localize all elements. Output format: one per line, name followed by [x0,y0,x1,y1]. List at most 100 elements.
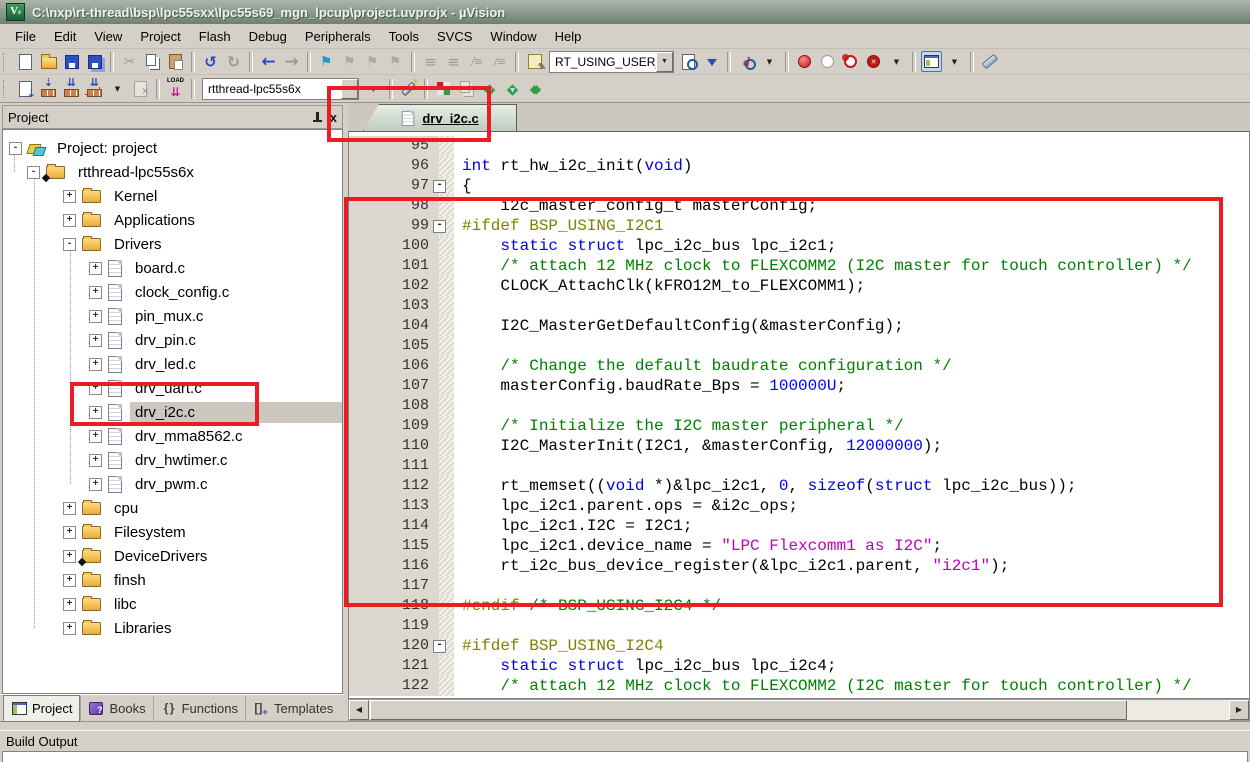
tree-item-clock-config-c[interactable]: +clock_config.c [3,280,342,304]
tree-item-finsh[interactable]: +finsh [3,568,342,592]
breakpoint-disable-all-button[interactable] [839,51,862,73]
menu-project[interactable]: Project [131,26,189,47]
menu-peripherals[interactable]: Peripherals [296,26,380,47]
close-icon[interactable]: x [330,111,337,124]
select-software-packs-button[interactable] [524,78,547,100]
manage-copy-button[interactable] [455,78,478,100]
expand-toggle[interactable]: + [63,502,76,515]
tree-item-drv-uart-c[interactable]: +drv_uart.c [3,376,342,400]
tree-item-board-c[interactable]: +board.c [3,256,342,280]
expand-toggle[interactable]: + [89,286,102,299]
configure-toolbars-button[interactable] [978,51,1001,73]
code-editor[interactable]: 9596int rt_hw_i2c_init(void)97-{98 i2c_m… [348,132,1250,699]
expand-toggle[interactable]: - [9,142,22,155]
panel-tab-project[interactable]: Project [3,695,80,722]
expand-toggle[interactable]: + [89,478,102,491]
find-next-button[interactable] [700,51,723,73]
tree-item-drv-i2c-c[interactable]: +drv_i2c.c [3,400,342,424]
paste-button[interactable] [164,51,187,73]
tree-item-pin-mux-c[interactable]: +pin_mux.c [3,304,342,328]
tree-item-drv-led-c[interactable]: +drv_led.c [3,352,342,376]
build-output-content[interactable] [2,751,1248,762]
tree-item-drv-pin-c[interactable]: +drv_pin.c [3,328,342,352]
panel-tab-books[interactable]: Books [80,696,152,721]
tree-item-drv-pwm-c[interactable]: +drv_pwm.c [3,472,342,496]
tree-item-cpu[interactable]: +cpu [3,496,342,520]
batch-build-menu-button[interactable] [106,78,129,100]
menu-help[interactable]: Help [546,26,591,47]
save-all-button[interactable] [83,51,106,73]
stop-build-button[interactable] [129,78,152,100]
titlebar[interactable]: C:\nxp\rt-thread\bsp\lpc55sxx\lpc55s69_m… [0,0,1250,24]
editor-tab-drv-i2c[interactable]: drv_i2c.c [363,104,517,131]
manage-run-time-environment-button[interactable] [432,78,455,100]
menu-view[interactable]: View [85,26,131,47]
comment-selection-button[interactable] [465,51,488,73]
bookmark-prev-button[interactable] [338,51,361,73]
expand-toggle[interactable]: + [89,382,102,395]
menu-debug[interactable]: Debug [240,26,296,47]
tree-item-drivers[interactable]: -Drivers [3,232,342,256]
fold-toggle[interactable]: - [433,640,446,653]
new-file-button[interactable] [14,51,37,73]
find-in-files-button[interactable] [677,51,700,73]
tree-item-devicedrivers[interactable]: +DeviceDrivers [3,544,342,568]
uncomment-selection-button[interactable] [488,51,511,73]
target-select-menu-button[interactable] [362,78,385,100]
panel-splitter[interactable] [0,721,1250,730]
batch-build-button[interactable] [83,78,106,100]
expand-toggle[interactable]: + [89,310,102,323]
target-options-button[interactable] [397,78,420,100]
menu-svcs[interactable]: SVCS [428,26,481,47]
configure-flags-button[interactable] [523,51,546,73]
pack-installer-button[interactable] [478,78,501,100]
breakpoint-kill-all-button[interactable] [862,51,885,73]
menu-edit[interactable]: Edit [45,26,85,47]
expand-toggle[interactable]: + [89,430,102,443]
expand-toggle[interactable]: + [63,574,76,587]
breakpoint-toggle-button[interactable] [793,51,816,73]
navigate-forward-button[interactable] [280,51,303,73]
bookmark-next-button[interactable] [361,51,384,73]
define-select[interactable]: RT_USING_USER_MAI▼ [549,51,674,73]
expand-toggle[interactable]: + [89,262,102,275]
expand-toggle[interactable]: + [63,214,76,227]
tree-item-applications[interactable]: +Applications [3,208,342,232]
filter-software-packs-button[interactable] [501,78,524,100]
target-select[interactable]: rtthread-lpc55s6x▼ [202,78,359,100]
horizontal-scrollbar[interactable]: ◀ ▶ [348,699,1250,721]
incremental-find-button[interactable] [735,51,758,73]
tree-item-libc[interactable]: +libc [3,592,342,616]
expand-toggle[interactable]: + [89,358,102,371]
breakpoint-menu-button[interactable] [885,51,908,73]
window-layout-menu-button[interactable] [943,51,966,73]
tree-item-libraries[interactable]: +Libraries [3,616,342,640]
scrollbar-thumb[interactable] [370,700,1127,720]
expand-toggle[interactable]: + [63,622,76,635]
chevron-down-icon[interactable]: ▼ [656,52,673,72]
expand-toggle[interactable]: + [89,406,102,419]
menu-file[interactable]: File [6,26,45,47]
unindent-button[interactable] [419,51,442,73]
translate-button[interactable] [14,78,37,100]
fold-toggle[interactable]: - [433,220,446,233]
menu-flash[interactable]: Flash [190,26,240,47]
build-button[interactable] [37,78,60,100]
fold-toggle[interactable]: - [433,180,446,193]
tree-item-drv-hwtimer-c[interactable]: +drv_hwtimer.c [3,448,342,472]
expand-toggle[interactable]: + [89,454,102,467]
expand-toggle[interactable]: - [27,166,40,179]
expand-toggle[interactable]: + [89,334,102,347]
panel-tab-templates[interactable]: Templates [245,696,340,721]
tree-item-filesystem[interactable]: +Filesystem [3,520,342,544]
download-button[interactable] [164,78,187,100]
tree-item-drv-mma8562-c[interactable]: +drv_mma8562.c [3,424,342,448]
scroll-left-icon[interactable]: ◀ [349,700,369,720]
open-file-button[interactable] [37,51,60,73]
expand-toggle[interactable]: - [63,238,76,251]
expand-toggle[interactable]: + [63,550,76,563]
rebuild-all-button[interactable] [60,78,83,100]
scrollbar-track[interactable] [1127,700,1229,720]
menu-tools[interactable]: Tools [380,26,428,47]
window-layout-button[interactable] [920,51,943,73]
